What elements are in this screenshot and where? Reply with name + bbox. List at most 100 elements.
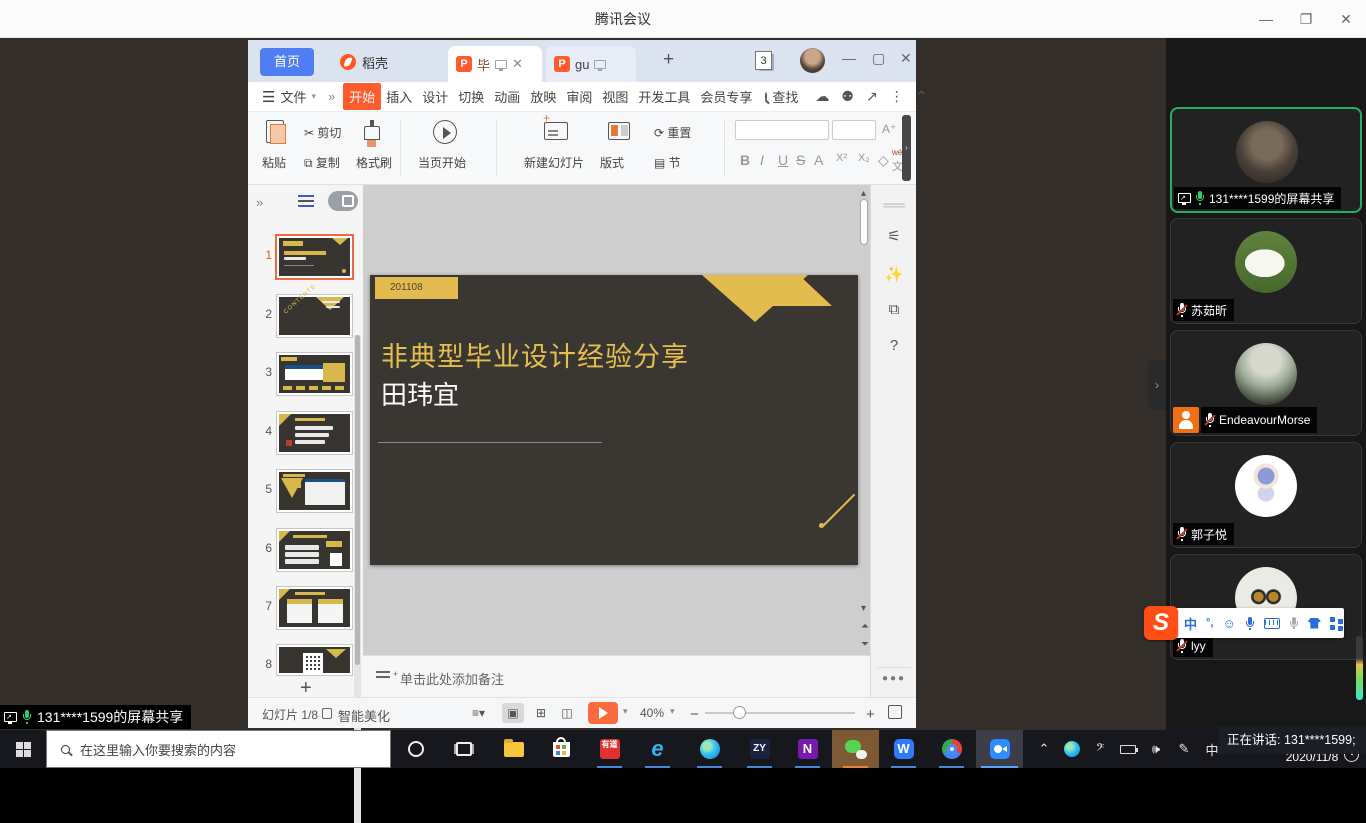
wechat-button[interactable]	[832, 730, 879, 768]
share-icon[interactable]: ↗	[866, 88, 878, 105]
slide-thumb-4[interactable]	[277, 412, 352, 454]
italic-button[interactable]: I	[760, 152, 764, 168]
expand-panel-icon[interactable]: »	[256, 195, 263, 210]
sogou-logo-icon[interactable]: S	[1144, 606, 1178, 640]
outline-view-icon[interactable]	[298, 195, 314, 197]
font-name-select[interactable]	[735, 120, 829, 140]
store-button[interactable]	[538, 730, 585, 768]
subscript-button[interactable]: X₂	[858, 152, 870, 164]
cut-button[interactable]: ✂ 剪切	[304, 124, 341, 141]
slide-thumb-7[interactable]	[277, 587, 352, 629]
person-gray-icon[interactable]	[1289, 617, 1299, 629]
layout-icon[interactable]	[608, 122, 630, 140]
tab-home[interactable]: 首页	[260, 48, 314, 76]
vertical-scrollbar[interactable]: ▴ ▾ ⏶ ⏷	[858, 185, 870, 655]
notes-toggle-icon[interactable]: ≡▾	[472, 706, 485, 720]
menu-file[interactable]: 文件	[275, 83, 311, 110]
tab-close-icon[interactable]: ✕	[512, 56, 523, 72]
underline-button[interactable]: U	[778, 152, 788, 168]
ie-button[interactable]: e	[634, 730, 681, 768]
emoji-icon[interactable]: ☺	[1222, 616, 1235, 631]
zoom-value[interactable]: 40%	[640, 706, 664, 720]
toolbox-grid-icon[interactable]	[1330, 617, 1343, 630]
menu-start[interactable]: 开始	[343, 83, 381, 110]
slideshow-play-button[interactable]	[588, 702, 618, 724]
youdao-button[interactable]: 有道	[586, 730, 633, 768]
battery-icon[interactable]	[1114, 730, 1142, 768]
participant-tile[interactable]: 苏茹昕	[1170, 218, 1362, 324]
more-icon[interactable]: ⋮	[890, 88, 904, 105]
speaker-icon[interactable]: 🕪	[1142, 730, 1170, 768]
tray-edge-icon[interactable]	[1058, 730, 1086, 768]
font-size-select[interactable]	[832, 120, 876, 140]
zoom-dropdown-icon[interactable]: ▾	[670, 706, 675, 717]
zoom-slider-knob[interactable]	[733, 706, 746, 719]
ime-mode-button[interactable]: 中	[1184, 614, 1197, 633]
panel-handle-icon[interactable]: ══	[871, 197, 917, 214]
voice-input-icon[interactable]	[1245, 617, 1255, 630]
settings-sliders-icon[interactable]: ⚟	[871, 227, 917, 245]
beautify-button[interactable]: 智能美化	[338, 706, 390, 725]
wps-close-button[interactable]: ✕	[900, 50, 912, 67]
menu-member[interactable]: 会员专享	[695, 83, 757, 110]
menu-transition[interactable]: 切换	[453, 83, 489, 110]
slide-thumb-3[interactable]	[277, 353, 352, 395]
scroll-down-icon[interactable]: ▾	[861, 603, 866, 614]
slide-thumb-8[interactable]	[277, 645, 352, 675]
reading-view-button[interactable]: ◫	[556, 703, 578, 723]
superscript-button[interactable]: X²	[836, 152, 847, 164]
next-slide-icon[interactable]: ⏷	[861, 639, 869, 650]
wps-minimize-button[interactable]: —	[842, 50, 856, 66]
play-current-button[interactable]: 当页开始	[418, 154, 466, 171]
chrome-button[interactable]	[928, 730, 975, 768]
copy-button[interactable]: ⧉ 复制	[304, 154, 340, 171]
notes-bar[interactable]: 单击此处添加备注	[363, 655, 870, 697]
keyboard-icon[interactable]	[1264, 618, 1280, 629]
sorter-view-button[interactable]: ⊞	[530, 703, 552, 723]
skin-icon[interactable]	[1308, 618, 1321, 629]
cloud-sync-icon[interactable]: ☁	[815, 88, 829, 105]
play-current-icon[interactable]	[433, 120, 457, 144]
format-painter-icon[interactable]	[364, 126, 380, 140]
notes-placeholder[interactable]: 单击此处添加备注	[400, 669, 504, 688]
font-increase-button[interactable]: A⁺	[882, 122, 896, 136]
onenote-button[interactable]: N	[784, 730, 831, 768]
strikethrough-button[interactable]: S	[796, 152, 805, 168]
menu-slideshow[interactable]: 放映	[525, 83, 561, 110]
section-button[interactable]: ▤ 节	[654, 154, 681, 171]
new-slide-icon[interactable]	[544, 122, 568, 140]
current-slide[interactable]: 201108 非典型毕业设计经验分享 田玮宜	[370, 275, 858, 565]
reset-button[interactable]: ⟳ 重置	[654, 124, 691, 141]
paste-button[interactable]: 粘贴	[262, 154, 286, 171]
meeting-app-button[interactable]	[976, 730, 1023, 768]
collapse-ribbon-icon[interactable]: ⌃	[916, 88, 928, 105]
start-button[interactable]	[0, 730, 47, 768]
find-button[interactable]: 查找	[767, 83, 803, 110]
tab-document-idle[interactable]: P gu	[546, 46, 636, 82]
zoom-slider-track[interactable]	[705, 712, 855, 714]
bold-button[interactable]: B	[740, 152, 750, 168]
ribbon-scroll-strip[interactable]: ›	[902, 115, 911, 181]
wps-maximize-button[interactable]: ▢	[872, 50, 885, 67]
normal-view-button[interactable]: ▣	[502, 703, 524, 723]
overflow-chevron-icon[interactable]: »	[328, 89, 335, 104]
smart-beautify-icon[interactable]: ✨	[871, 265, 917, 283]
punctuation-icon[interactable]: °,	[1206, 617, 1213, 629]
minimize-button[interactable]: —	[1246, 0, 1286, 38]
play-dropdown-icon[interactable]: ▾	[623, 706, 628, 717]
scroll-up-icon[interactable]: ▴	[861, 188, 866, 199]
close-button[interactable]: ✕	[1326, 0, 1366, 38]
layers-icon[interactable]: ⧉	[871, 301, 917, 318]
sogou-ime-toolbar[interactable]: S 中 °, ☺	[1148, 608, 1344, 638]
participant-tile[interactable]: 郭子悦	[1170, 442, 1362, 548]
zoom-out-button[interactable]: −	[690, 706, 699, 723]
zy-app-button[interactable]: ZY	[736, 730, 783, 768]
pen-icon[interactable]: ✎	[1170, 730, 1198, 768]
clear-format-icon[interactable]: ◇	[878, 152, 889, 169]
task-view-button[interactable]	[440, 730, 487, 768]
menu-animation[interactable]: 动画	[489, 83, 525, 110]
participant-tile[interactable]: ↗ 131****1599的屏幕共享	[1170, 107, 1362, 213]
menu-review[interactable]: 审阅	[561, 83, 597, 110]
paste-icon[interactable]	[266, 120, 284, 143]
slide-thumb-6[interactable]	[277, 529, 352, 571]
